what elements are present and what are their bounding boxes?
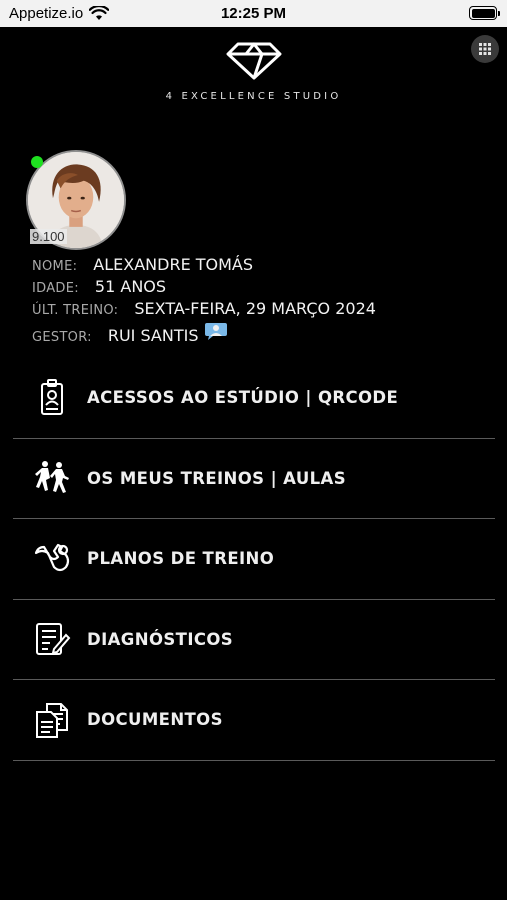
info-value: 51 ANOS (94, 277, 167, 296)
menu-item-training-plans[interactable]: PLANOS DE TREINO (13, 519, 495, 600)
battery-icon (469, 6, 500, 20)
info-label: NOME: (32, 259, 78, 274)
menu-label: ACESSOS AO ESTÚDIO | QRCODE (87, 388, 399, 408)
runners-icon (27, 458, 77, 498)
status-time: 12:25 PM (220, 5, 287, 22)
clipboard-edit-icon (27, 619, 77, 659)
info-row-name: NOME: ALEXANDRE TOMÁS (32, 255, 376, 277)
menu-item-documents[interactable]: DOCUMENTOS (13, 680, 495, 761)
documents-icon (27, 700, 77, 740)
info-label: IDADE: (32, 281, 79, 296)
info-row-manager: GESTOR: RUI SANTIS (32, 321, 376, 345)
info-value: ALEXANDRE TOMÁS (93, 255, 254, 274)
info-value: SEXTA-FEIRA, 29 MARÇO 2024 (134, 299, 376, 318)
menu-label: OS MEUS TREINOS | AULAS (87, 468, 347, 488)
menu-label: DOCUMENTOS (87, 710, 223, 730)
profile-info: NOME: ALEXANDRE TOMÁS IDADE: 51 ANOS ÚLT… (32, 255, 376, 345)
info-label: ÚLT. TREINO: (32, 303, 119, 318)
muscle-arm-icon (27, 539, 77, 579)
info-row-age: IDADE: 51 ANOS (32, 277, 376, 299)
menu-label: DIAGNÓSTICOS (87, 629, 234, 649)
profile-avatar-block[interactable]: 9.100 (26, 150, 128, 250)
brand-header: 4 EXCELLENCE STUDIO (0, 40, 507, 102)
brand-name: 4 EXCELLENCE STUDIO (165, 91, 342, 102)
info-row-last-training: ÚLT. TREINO: SEXTA-FEIRA, 29 MARÇO 2024 (32, 299, 376, 321)
menu-item-studio-access[interactable]: ACESSOS AO ESTÚDIO | QRCODE (13, 358, 495, 439)
menu-item-my-trainings[interactable]: OS MEUS TREINOS | AULAS (13, 439, 495, 519)
manager-chat-icon[interactable] (204, 321, 228, 341)
info-label: GESTOR: (32, 330, 92, 345)
apps-grid-button[interactable] (471, 35, 499, 63)
menu-label: PLANOS DE TREINO (87, 549, 275, 569)
main-menu: ACESSOS AO ESTÚDIO | QRCODE OS MEUS TREI… (13, 358, 495, 761)
diamond-icon (226, 42, 281, 80)
online-status-dot (31, 156, 43, 168)
id-badge-icon (27, 378, 77, 418)
info-value: RUI SANTIS (107, 326, 199, 345)
menu-item-diagnostics[interactable]: DIAGNÓSTICOS (13, 600, 495, 680)
grid-icon (479, 43, 491, 55)
status-bar: Appetize.io 12:25 PM (0, 0, 507, 27)
score-badge: 9.100 (30, 229, 67, 244)
